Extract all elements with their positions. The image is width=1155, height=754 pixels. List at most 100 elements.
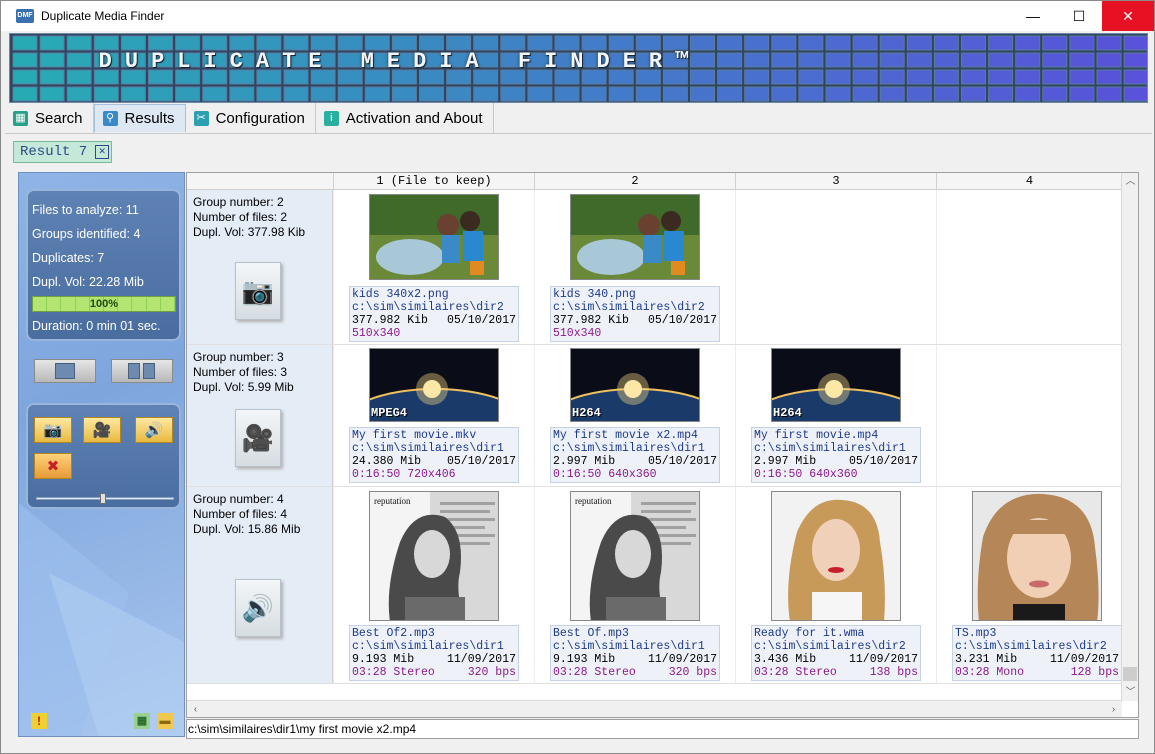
file-info[interactable]: kids 340x2.png c:\sim\similaires\dir2 37… xyxy=(349,286,519,342)
scroll-down-icon[interactable]: ﹀ xyxy=(1122,684,1138,701)
file-cell[interactable]: reputation Best Of2.mp3 c:\sim\similaire… xyxy=(333,487,533,683)
file-info[interactable]: TS.mp3 c:\sim\similaires\dir2 3.231 Mib 1… xyxy=(952,625,1122,681)
file-path: c:\sim\similaires\dir1 xyxy=(754,442,906,455)
tab-label: Results xyxy=(124,110,175,127)
window-title: Duplicate Media Finder xyxy=(41,9,165,23)
banner-tile xyxy=(256,86,282,102)
split-pane-icon xyxy=(143,363,155,379)
file-cell[interactable]: H264 My first movie.mp4 c:\sim\similaire… xyxy=(735,345,935,486)
banner-tile xyxy=(662,35,688,51)
maximize-button[interactable]: ☐ xyxy=(1056,1,1102,31)
banner-tile xyxy=(419,86,444,102)
banner-tile xyxy=(364,86,390,102)
banner-tile xyxy=(229,86,255,102)
tab-configuration[interactable]: ✂ Configuration xyxy=(186,103,316,133)
file-info[interactable]: My first movie.mp4 c:\sim\similaires\dir… xyxy=(751,427,921,483)
group-file-count: Number of files: 3 xyxy=(193,365,288,379)
image-thumbnail[interactable] xyxy=(570,194,700,280)
file-info[interactable]: Ready for it.wma c:\sim\similaires\dir2 … xyxy=(751,625,921,681)
column-header[interactable]: 3 xyxy=(735,173,936,190)
video-camera-icon: 🎥 xyxy=(235,409,281,467)
audio-bitrate: 138 bps xyxy=(869,666,918,679)
banner-tile xyxy=(852,69,878,85)
file-name: Best Of2.mp3 xyxy=(352,627,435,640)
file-info[interactable]: kids 340.png c:\sim\similaires\dir2 377.… xyxy=(550,286,720,342)
duration: Duration: 0 min 01 sec. xyxy=(32,319,161,333)
banner-tile xyxy=(825,86,851,102)
file-cell[interactable]: kids 340x2.png c:\sim\similaires\dir2 37… xyxy=(333,190,533,344)
album-cover-thumbnail[interactable] xyxy=(771,491,901,621)
file-dimensions: 510x340 xyxy=(553,327,602,340)
file-name: Best Of.mp3 xyxy=(553,627,629,640)
banner-tile xyxy=(148,86,173,102)
banner-tile xyxy=(39,35,65,51)
column-header[interactable]: 4 xyxy=(936,173,1122,190)
filter-others-button[interactable]: ✖ xyxy=(34,453,72,479)
scroll-left-icon[interactable]: ‹ xyxy=(187,701,204,717)
single-view-button[interactable] xyxy=(34,359,96,383)
file-info[interactable]: My first movie.mkv c:\sim\similaires\dir… xyxy=(349,427,519,483)
file-size: 3.436 Mib xyxy=(754,653,817,666)
banner-tile xyxy=(852,86,878,102)
banner-tile xyxy=(473,35,499,51)
file-cell[interactable]: kids 340.png c:\sim\similaires\dir2 377.… xyxy=(534,190,734,344)
tab-search[interactable]: ▦ Search xyxy=(5,103,94,133)
file-cell[interactable]: reputation Best Of.mp3 c:\sim\similaires… xyxy=(534,487,734,683)
tab-activation[interactable]: i Activation and About xyxy=(316,103,494,133)
result-tab[interactable]: Result 7 ✕ xyxy=(13,141,113,163)
banner-tile xyxy=(120,35,146,51)
group-header: Group number: 3 Number of files: 3 Dupl.… xyxy=(187,345,333,486)
scroll-up-icon[interactable]: ︿ xyxy=(1122,173,1138,190)
grid-icon[interactable]: ▦ xyxy=(134,713,150,729)
video-thumbnail[interactable]: H264 xyxy=(570,348,700,422)
album-cover-thumbnail[interactable] xyxy=(972,491,1102,621)
warning-icon[interactable]: ! xyxy=(31,713,47,729)
banner-tile xyxy=(202,35,228,51)
audio-duration-channels: 03:28 Stereo xyxy=(553,666,636,679)
split-view-button[interactable] xyxy=(111,359,173,383)
scroll-right-icon[interactable]: › xyxy=(1105,701,1122,717)
video-thumbnail[interactable]: H264 xyxy=(771,348,901,422)
slider-knob[interactable] xyxy=(100,493,106,504)
horizontal-scrollbar[interactable]: ‹ › xyxy=(187,700,1122,717)
banner-tile xyxy=(1015,52,1041,68)
file-date: 11/09/2017 xyxy=(848,653,918,666)
banner-tile xyxy=(310,86,336,102)
file-name: TS.mp3 xyxy=(955,627,997,640)
album-cover-thumbnail[interactable]: reputation xyxy=(369,491,499,621)
banner-tile xyxy=(852,35,878,51)
filter-videos-button[interactable]: 🎥 xyxy=(83,417,121,443)
image-thumbnail[interactable] xyxy=(369,194,499,280)
vertical-scrollbar[interactable]: ︿ ﹀ xyxy=(1121,173,1138,701)
filter-images-button[interactable]: 📷 xyxy=(34,417,72,443)
banner-tile xyxy=(93,35,119,51)
file-cell[interactable]: Ready for it.wma c:\sim\similaires\dir2 … xyxy=(735,487,935,683)
groups-identified: Groups identified: 4 xyxy=(32,227,141,241)
column-header[interactable]: 1 (File to keep) xyxy=(333,173,534,190)
banner-tile xyxy=(1042,35,1068,51)
folder-icon[interactable]: ▬ xyxy=(157,713,173,729)
tab-results[interactable]: ⚲ Results xyxy=(93,104,186,132)
banner-tile xyxy=(825,69,851,85)
codec-label: H264 xyxy=(572,406,601,420)
column-header[interactable]: 2 xyxy=(534,173,735,190)
close-button[interactable]: ✕ xyxy=(1102,1,1154,31)
banner-tile xyxy=(906,35,932,51)
close-icon[interactable]: ✕ xyxy=(95,145,110,159)
file-cell[interactable]: MPEG4 My first movie.mkv c:\sim\similair… xyxy=(333,345,533,486)
banner-tile xyxy=(1123,35,1147,51)
duplicate-volume: Dupl. Vol: 22.28 Mib xyxy=(32,275,144,289)
scrollbar-thumb[interactable] xyxy=(1123,667,1137,681)
minimize-button[interactable]: — xyxy=(1010,1,1056,31)
duplicates-count: Duplicates: 7 xyxy=(32,251,105,265)
similarity-slider[interactable] xyxy=(36,493,174,504)
filter-audio-button[interactable]: 🔊 xyxy=(135,417,173,443)
file-cell[interactable]: TS.mp3 c:\sim\similaires\dir2 3.231 Mib 1… xyxy=(936,487,1122,683)
file-cell[interactable]: H264 My first movie x2.mp4 c:\sim\simila… xyxy=(534,345,734,486)
file-info[interactable]: Best Of.mp3 c:\sim\similaires\dir1 9.193… xyxy=(550,625,720,681)
album-cover-thumbnail[interactable]: reputation xyxy=(570,491,700,621)
file-info[interactable]: My first movie x2.mp4 c:\sim\similaires\… xyxy=(550,427,720,483)
video-thumbnail[interactable]: MPEG4 xyxy=(369,348,499,422)
banner-tile xyxy=(364,35,390,51)
file-info[interactable]: Best Of2.mp3 c:\sim\similaires\dir1 9.19… xyxy=(349,625,519,681)
